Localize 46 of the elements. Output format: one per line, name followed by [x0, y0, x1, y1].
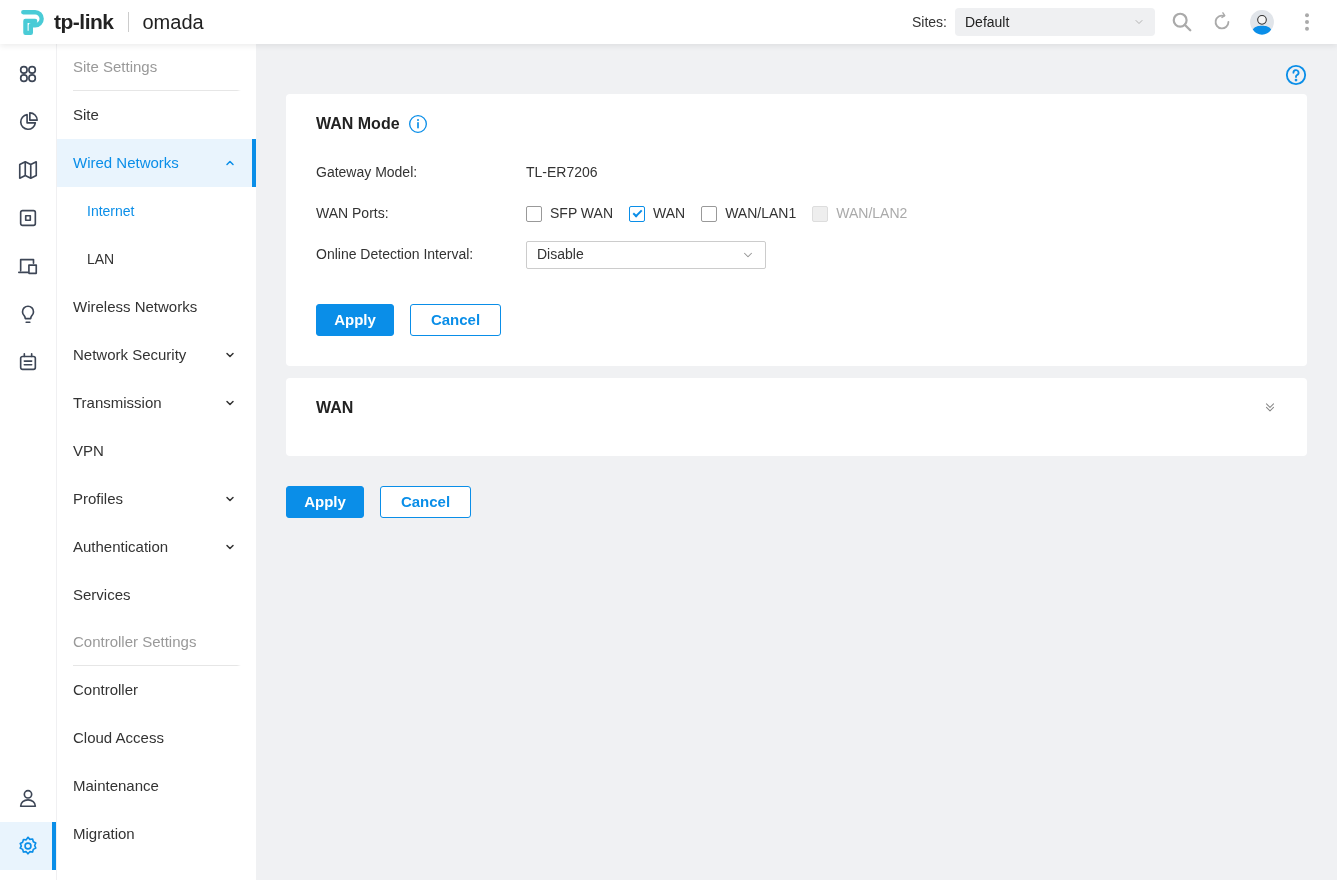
sites-label: Sites: — [912, 12, 947, 32]
menu-item[interactable]: Site — [57, 91, 256, 139]
map-icon — [17, 159, 39, 181]
search-icon[interactable] — [1171, 11, 1193, 33]
checkbox[interactable] — [526, 205, 542, 222]
checkbox-label: WAN — [653, 204, 686, 223]
menu-item[interactable]: Migration — [57, 810, 256, 858]
help-icon[interactable] — [1285, 64, 1307, 86]
cancel-button[interactable]: Cancel — [380, 486, 471, 518]
checkbox-label: WAN/LAN2 — [836, 204, 908, 223]
menu-item[interactable]: VPN — [57, 427, 256, 475]
pie-chart-icon — [17, 111, 39, 133]
menu-item[interactable]: Network Security — [57, 331, 256, 379]
info-icon[interactable] — [407, 114, 428, 134]
checkbox[interactable] — [701, 205, 718, 222]
site-select[interactable]: Default — [955, 8, 1155, 36]
product-name: omada — [142, 10, 204, 35]
menu-item[interactable]: Wireless Networks — [57, 283, 256, 331]
checkbox-label: SFP WAN — [550, 204, 613, 223]
checkbox-label: WAN/LAN1 — [725, 204, 797, 223]
interval-select[interactable]: Disable — [526, 240, 766, 269]
device-icon — [17, 207, 39, 229]
avatar-icon[interactable] — [1249, 9, 1275, 35]
cancel-button[interactable]: Cancel — [410, 304, 501, 336]
settings-icon — [17, 835, 39, 857]
field-label: Gateway Model: — [316, 163, 419, 182]
menu-heading: Controller Settings — [73, 619, 241, 666]
field-label: Online Detection Interval: — [316, 245, 475, 264]
menu-item[interactable]: Controller — [57, 666, 256, 714]
menu-item[interactable]: Services — [57, 571, 256, 619]
calendar-icon — [17, 351, 39, 373]
section-title: WAN Mode — [316, 114, 400, 134]
logo-text: tp-link — [54, 9, 114, 36]
section-title: WAN — [316, 398, 354, 418]
dashboard-icon — [17, 63, 39, 85]
menu-item[interactable]: Maintenance — [57, 762, 256, 810]
menu-item[interactable]: Cloud Access — [57, 714, 256, 762]
field-value: TL-ER7206 — [526, 163, 598, 182]
field-label: WAN Ports: — [316, 204, 390, 223]
menu-item[interactable]: Transmission — [57, 379, 256, 427]
user-icon — [17, 787, 39, 809]
menu-item[interactable]: Profiles — [57, 475, 256, 523]
menu-item[interactable]: Authentication — [57, 523, 256, 571]
menu-heading: Site Settings — [73, 44, 241, 91]
checkbox[interactable] — [629, 205, 645, 222]
submenu-item[interactable]: LAN — [57, 235, 256, 283]
